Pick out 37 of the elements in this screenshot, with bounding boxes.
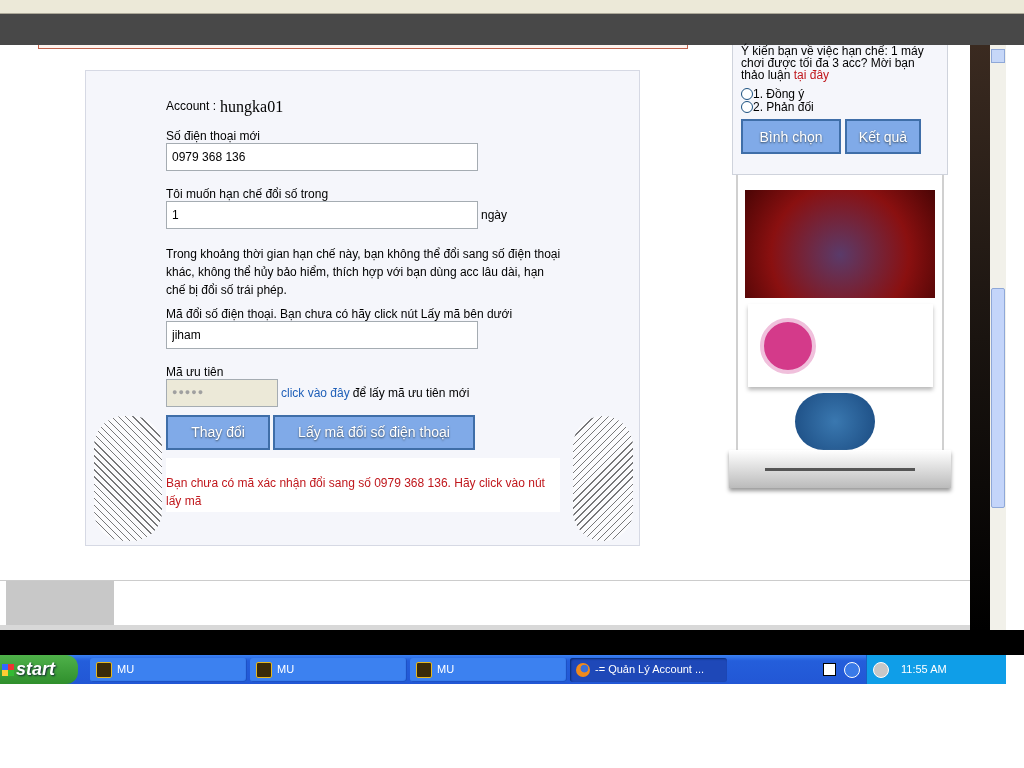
scrollbar[interactable] [990, 45, 1006, 630]
start-button[interactable]: start [0, 655, 78, 684]
discussion-link[interactable]: tại đây [793, 68, 830, 82]
field-label: Mã đổi số điện thoại. Bạn chưa có hãy click nút Lấy mã bên dưới [166, 307, 514, 321]
tray-icon [873, 661, 889, 678]
error-message: Bạn chưa có mã xác nhận đổi sang số 0979 368 136. Hãy click vào nút lấy mã [166, 475, 546, 510]
link-hint-text: để lấy mã ưu tiên mới [352, 385, 470, 402]
help-icon [823, 663, 836, 676]
change-button[interactable]: Thay đổi [166, 415, 270, 450]
priority-code-field[interactable]: ●●●●● [166, 379, 278, 407]
windows-logo-icon [2, 663, 14, 676]
field-label: Tôi muốn hạn chế đổi số trong [166, 187, 330, 201]
clock: 11:55 AM [901, 662, 947, 678]
code-input[interactable]: jiham [166, 321, 478, 349]
unit-label: ngày [481, 207, 508, 224]
game-icon [96, 661, 112, 678]
field-label: Mã ưu tiên [166, 365, 225, 379]
field-label: Số điện thoại mới [166, 129, 261, 143]
game-icon [416, 661, 432, 678]
days-input[interactable]: 1 [166, 201, 478, 229]
account-label: Account : [166, 98, 217, 115]
taskbar-button[interactable]: MU [90, 657, 247, 682]
poll-option[interactable]: 1. Đồng ý [741, 87, 939, 100]
taskbar-button[interactable]: MU [410, 657, 567, 682]
taskbar-button[interactable]: -= Quản Lý Account ... [570, 657, 727, 682]
globe-icon [576, 662, 590, 677]
poll-question: Ý kiến bạn về việc hạn chế: 1 máy chơi được tối đa 3 acc? Mời bạn thảo luận tại đây [741, 45, 925, 81]
game-icon [256, 661, 272, 678]
account-name: hungka01 [220, 99, 284, 115]
results-button[interactable]: Kết quả [845, 119, 921, 154]
info-text: Trong khoảng thời gian hạn chế này, bạn không thể đổi sang số điện thoại khác, không thể hủy bảo hiểm, thích hợp với bạn dùng acc lâu dài, hạn chế bị đổi số trái phép. [166, 246, 561, 299]
taskbar-button[interactable]: MU [250, 657, 407, 682]
poll-option[interactable]: 2. Phản đối [741, 100, 939, 113]
click-here-link[interactable]: click vào đây [281, 384, 350, 402]
vote-button[interactable]: Bình chọn [741, 119, 841, 154]
get-code-button[interactable]: Lấy mã đổi số điện thoại [273, 415, 475, 450]
phone-input[interactable]: 0979 368 136 [166, 143, 478, 171]
